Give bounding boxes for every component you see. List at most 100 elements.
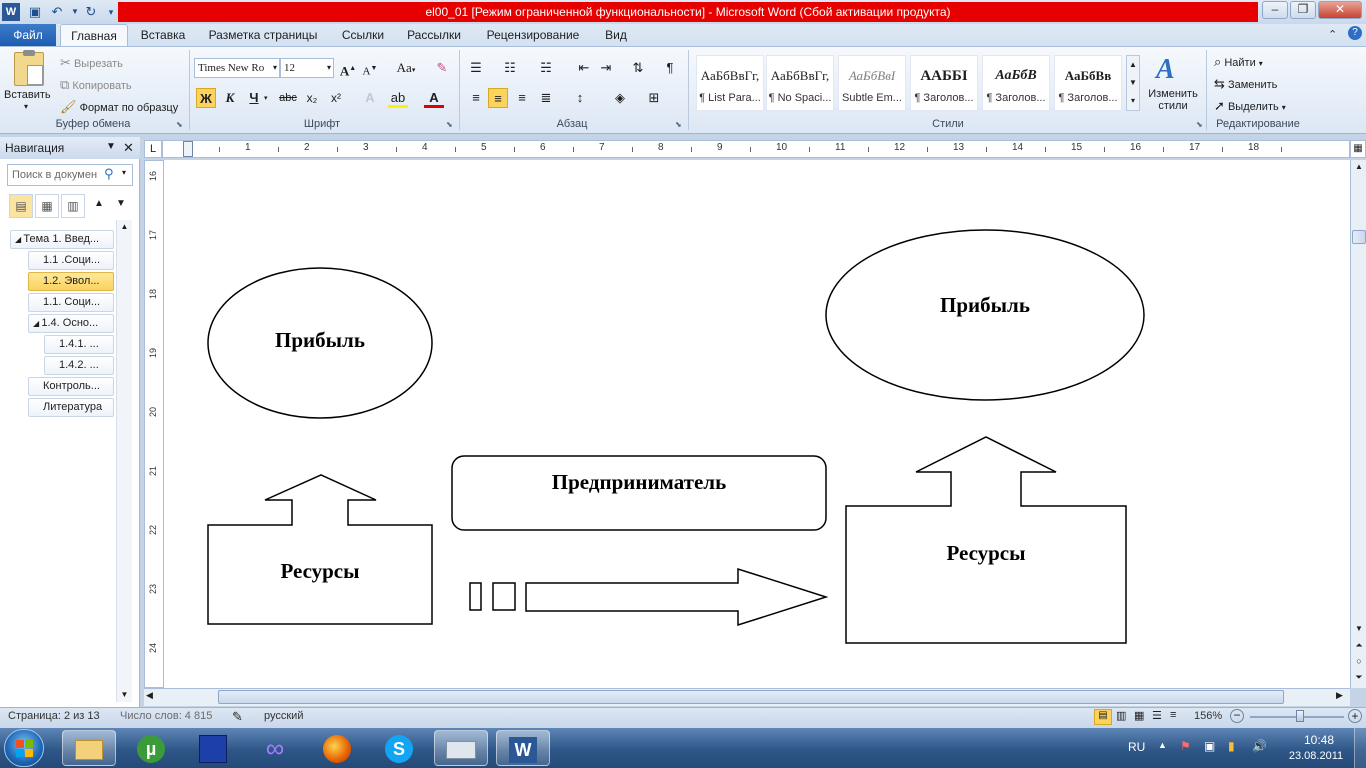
infinity-icon[interactable]: ∞ [248,730,302,766]
style-list-paragraph[interactable]: АаБбВвГг, ¶ List Para... [696,55,764,111]
tab-mailings[interactable]: Рассылки [400,24,468,46]
multilevel-list-icon[interactable]: ☵ [536,58,556,78]
clipboard-launcher-icon[interactable]: ⬊ [176,120,183,129]
scroll-up-icon[interactable]: ▲ [1352,162,1366,171]
search-icon[interactable]: ⚲ [104,166,114,182]
network-icon[interactable]: ▮ [1228,739,1235,753]
scroll-up-icon[interactable]: ▲ [1127,56,1139,74]
tab-selector[interactable]: L [144,140,162,158]
nav-prev-icon[interactable]: ▲ [94,198,104,209]
skype-icon[interactable]: S [372,730,426,766]
font-size-dropdown-icon[interactable]: ▾ [327,59,331,77]
explorer-icon[interactable] [62,730,116,766]
browse-object-icon[interactable]: ○ [1352,656,1366,666]
italic-button[interactable]: К [220,88,240,108]
find-button[interactable]: ⌕ Найти ▾ [1214,53,1263,71]
next-page-icon[interactable]: ⏷ [1352,672,1366,683]
change-styles-button[interactable]: Изменить стили [1144,88,1202,112]
sort-icon[interactable]: ⇅ [628,58,648,78]
full-screen-view-icon[interactable]: ▥ [1116,709,1126,722]
nav-results-tab[interactable]: ▥ [61,194,85,218]
search-dropdown-icon[interactable]: ▾ [122,168,126,177]
highlight-icon[interactable]: ab [388,88,408,108]
shrink-font-button[interactable]: A▼ [360,58,380,78]
style-heading-1[interactable]: ААББІ ¶ Заголов... [910,55,978,111]
nav-scroll-down-icon[interactable]: ▼ [117,688,132,702]
align-right-icon[interactable]: ≡ [512,88,532,108]
scroll-left-icon[interactable]: ◀ [146,690,153,701]
start-orb[interactable] [4,729,44,767]
zoom-slider-thumb[interactable] [1296,710,1304,722]
zoom-in-icon[interactable]: + [1348,709,1362,723]
tab-view[interactable]: Вид [598,24,634,46]
draft-view-icon[interactable]: ≡ [1170,709,1176,721]
device-icon[interactable]: ▣ [1204,739,1215,753]
nav-heading-item[interactable]: Литература [28,398,114,417]
decrease-indent-icon[interactable]: ⇤ [574,58,594,78]
copy-button[interactable]: ⧉ Копировать [60,76,132,94]
indent-marker[interactable] [183,141,193,157]
style-heading-3[interactable]: АаБбВв ¶ Заголов... [1054,55,1122,111]
superscript-button[interactable]: x² [326,88,346,108]
right-arrow-shape[interactable] [525,567,829,627]
justify-icon[interactable]: ≣ [536,88,556,108]
nav-heading-item[interactable]: 1.1. Соци... [28,293,114,312]
paste-icon[interactable] [14,50,44,86]
zoom-level[interactable]: 156% [1194,710,1222,722]
proofing-icon[interactable]: ✎ [232,709,243,725]
nav-search-input[interactable]: Поиск в докумен [7,164,133,186]
replace-button[interactable]: ⇆ Заменить [1214,75,1277,93]
font-color-icon[interactable]: A [424,88,444,108]
scroll-down-icon[interactable]: ▼ [1352,624,1366,633]
increase-indent-icon[interactable]: ⇥ [596,58,616,78]
outline-view-icon[interactable]: ☰ [1152,709,1162,722]
nav-heading-item[interactable]: 1.1 .Соци... [28,251,114,270]
utorrent-icon[interactable]: µ [124,730,178,766]
line-spacing-icon[interactable]: ↕ [570,88,590,108]
tab-insert[interactable]: Вставка [134,24,192,46]
change-case-button[interactable]: Aa▾ [392,58,420,78]
nav-scroll-up-icon[interactable]: ▲ [117,220,132,234]
nav-options-icon[interactable]: ▼ [106,141,116,152]
left-resources-arrow-shape[interactable] [207,474,433,625]
clear-format-icon[interactable]: ✎ [432,58,452,78]
help-icon[interactable]: ? [1348,26,1362,40]
tab-review[interactable]: Рецензирование [478,24,588,46]
show-hidden-icons-icon[interactable]: ▲ [1158,740,1167,750]
borders-icon[interactable]: ⊞ [644,88,664,108]
scroll-down-icon[interactable]: ▼ [1127,74,1139,92]
subscript-button[interactable]: x₂ [302,88,322,108]
bullets-icon[interactable]: ☰ [466,58,486,78]
shading-icon[interactable]: ◈ [610,88,630,108]
tab-file[interactable]: Файл [0,24,56,46]
undo-icon[interactable]: ↶ [48,3,66,21]
cut-button[interactable]: ✂ Вырезать [60,54,123,72]
nav-next-icon[interactable]: ▼ [116,198,126,209]
prev-page-icon[interactable]: ⏶ [1352,640,1366,651]
nav-heading-item[interactable]: 1.4.2. ... [44,356,114,375]
bold-button[interactable]: Ж [196,88,216,108]
nav-close-icon[interactable]: ✕ [123,140,134,156]
maximize-button[interactable]: ❐ [1290,1,1316,19]
vertical-scrollbar[interactable]: ▲ ▼ ⏶ ○ ⏷ [1350,160,1366,688]
font-name-dropdown-icon[interactable]: ▾ [273,59,277,77]
styles-scroll[interactable]: ▲ ▼ ▾ [1126,55,1140,111]
nav-heading-item[interactable]: 1.4.1. ... [44,335,114,354]
numbering-icon[interactable]: ☷ [500,58,520,78]
underline-dropdown-icon[interactable]: ▾ [264,94,268,102]
select-button[interactable]: ➚ Выделить ▾ [1214,97,1286,115]
font-name-field[interactable]: Times New Ro ▾ [194,58,280,78]
style-subtle-emphasis[interactable]: АаБбВвІ Subtle Em... [838,55,906,111]
tab-page-layout[interactable]: Разметка страницы [202,24,324,46]
view-ruler-icon[interactable]: ▦ [1350,140,1366,158]
nav-scrollbar[interactable]: ▲ ▼ [116,220,132,702]
font-launcher-icon[interactable]: ⬊ [446,120,453,129]
style-no-spacing[interactable]: АаБбВвГг, ¶ No Spaci... [766,55,834,111]
more-styles-icon[interactable]: ▾ [1127,92,1139,110]
firefox-icon[interactable] [310,730,364,766]
show-desktop-button[interactable] [1354,728,1366,768]
horizontal-ruler[interactable]: 1123456789101112131415161718 [162,140,1350,158]
pilcrow-icon[interactable]: ¶ [660,58,680,78]
grow-font-button[interactable]: A▲ [338,58,358,78]
text-effects-icon[interactable]: A [360,88,380,108]
